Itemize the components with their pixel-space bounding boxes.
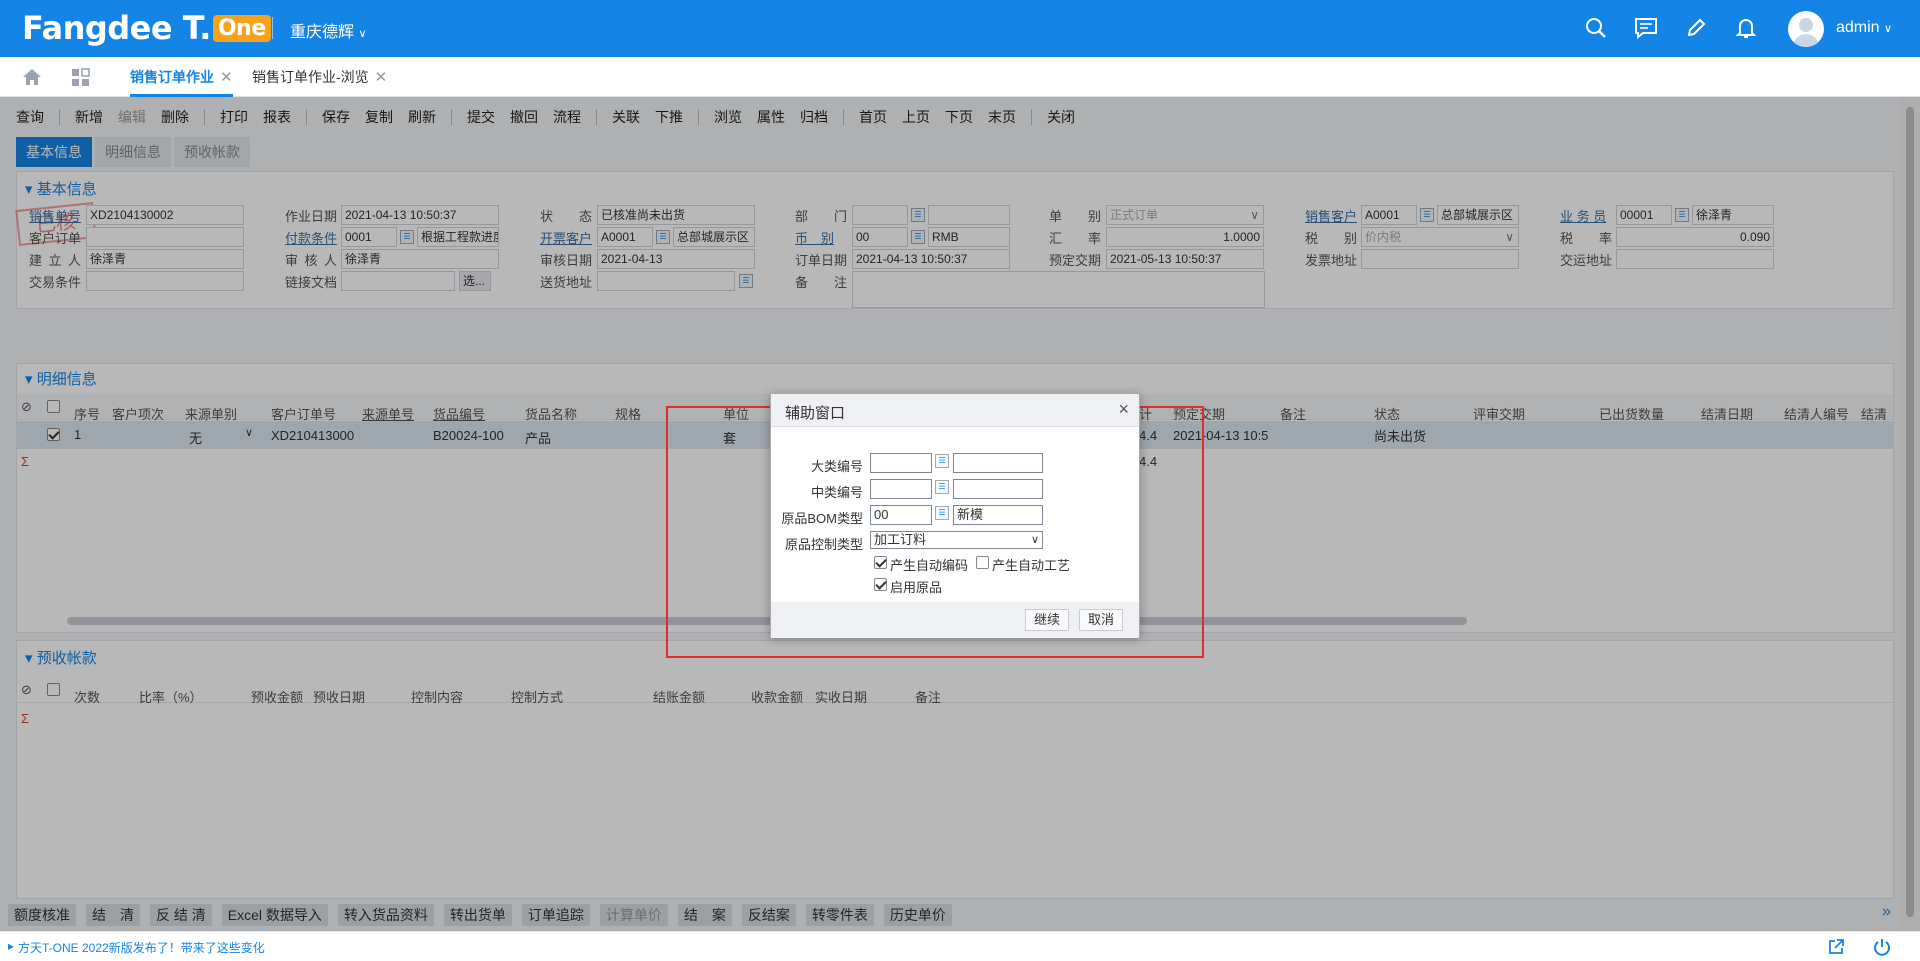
company-selector[interactable]: 重庆德辉 ∨ bbox=[290, 18, 367, 42]
power-icon[interactable] bbox=[1873, 938, 1891, 959]
lookup-icon[interactable]: ☰ bbox=[935, 506, 949, 520]
tab-label: 销售订单作业 bbox=[130, 69, 214, 85]
ctrl-type-label: 原品控制类型 bbox=[784, 537, 863, 552]
edit-icon[interactable] bbox=[1682, 14, 1710, 42]
cancel-button[interactable]: 取消 bbox=[1079, 609, 1124, 631]
ctrl-type-value: 加工订料 bbox=[874, 532, 927, 547]
tab-sales-order-browse[interactable]: 销售订单作业-浏览 ✕ bbox=[252, 57, 387, 97]
search-icon[interactable] bbox=[1582, 14, 1610, 42]
bell-icon[interactable] bbox=[1732, 14, 1760, 42]
major-name-input[interactable] bbox=[953, 453, 1043, 473]
auto-process-label: 产生自动工艺 bbox=[992, 558, 1071, 573]
major-code-input[interactable] bbox=[870, 453, 932, 473]
tab-sales-order[interactable]: 销售订单作业 ✕ bbox=[130, 57, 233, 97]
auto-code-label: 产生自动编码 bbox=[890, 558, 969, 573]
tab-bar: 销售订单作业 ✕ 销售订单作业-浏览 ✕ bbox=[0, 57, 1920, 97]
company-name: 重庆德辉 bbox=[290, 24, 355, 41]
bom-type-name-input[interactable]: 新模 bbox=[953, 505, 1043, 525]
top-bar: Fangdee T. One 重庆德辉 ∨ admin ∨ bbox=[0, 0, 1920, 57]
dialog-header: 辅助窗口 × bbox=[771, 394, 1139, 427]
divider bbox=[272, 17, 273, 39]
user-menu[interactable]: admin ∨ bbox=[1836, 19, 1892, 37]
bom-type-code-input[interactable]: 00 bbox=[870, 505, 932, 525]
message-icon[interactable] bbox=[1632, 14, 1660, 42]
logo-badge: One bbox=[212, 15, 271, 42]
triangle-right-icon: ▸ bbox=[8, 939, 15, 953]
close-icon[interactable]: ✕ bbox=[220, 69, 233, 86]
major-code-label: 大类编号 bbox=[810, 459, 863, 474]
enable-label: 启用原品 bbox=[890, 580, 943, 595]
lookup-icon[interactable]: ☰ bbox=[935, 454, 949, 468]
middle-code-label: 中类编号 bbox=[810, 485, 863, 500]
status-bar: ▸ 方天T-ONE 2022新版发布了！带来了这些变化 bbox=[0, 931, 1920, 961]
assist-dialog: 辅助窗口 × 大类编号 ☰ 中类编号 ☰ 原品BOM类型 00 ☰ 新模 原品控… bbox=[770, 393, 1140, 638]
chevron-down-icon: ∨ bbox=[358, 28, 367, 40]
middle-code-input[interactable] bbox=[870, 479, 932, 499]
lookup-icon[interactable]: ☰ bbox=[935, 480, 949, 494]
close-icon[interactable]: ✕ bbox=[375, 69, 388, 86]
ctrl-type-select[interactable]: 加工订料 ∨ bbox=[870, 531, 1043, 549]
avatar-icon[interactable] bbox=[1788, 11, 1824, 47]
tab-label: 销售订单作业-浏览 bbox=[252, 69, 369, 85]
chevron-down-icon: ∨ bbox=[1884, 23, 1893, 35]
auto-code-checkbox[interactable] bbox=[874, 556, 887, 569]
middle-name-input[interactable] bbox=[953, 479, 1043, 499]
chevron-down-icon: ∨ bbox=[1030, 534, 1039, 546]
continue-button[interactable]: 继续 bbox=[1025, 609, 1070, 631]
release-notice-link[interactable]: 方天T-ONE 2022新版发布了！带来了这些变化 bbox=[18, 939, 265, 956]
bom-type-label: 原品BOM类型 bbox=[781, 511, 863, 526]
apps-icon[interactable] bbox=[71, 68, 91, 91]
user-name: admin bbox=[1836, 19, 1880, 36]
enable-checkbox[interactable] bbox=[874, 578, 887, 591]
home-icon[interactable] bbox=[21, 67, 43, 90]
auto-process-checkbox[interactable] bbox=[976, 556, 989, 569]
logo: Fangdee T. One bbox=[22, 9, 271, 47]
dialog-title: 辅助窗口 bbox=[785, 405, 846, 422]
close-icon[interactable]: × bbox=[1118, 399, 1129, 420]
share-icon[interactable] bbox=[1827, 938, 1845, 959]
logo-text: Fangdee T. bbox=[22, 9, 211, 47]
